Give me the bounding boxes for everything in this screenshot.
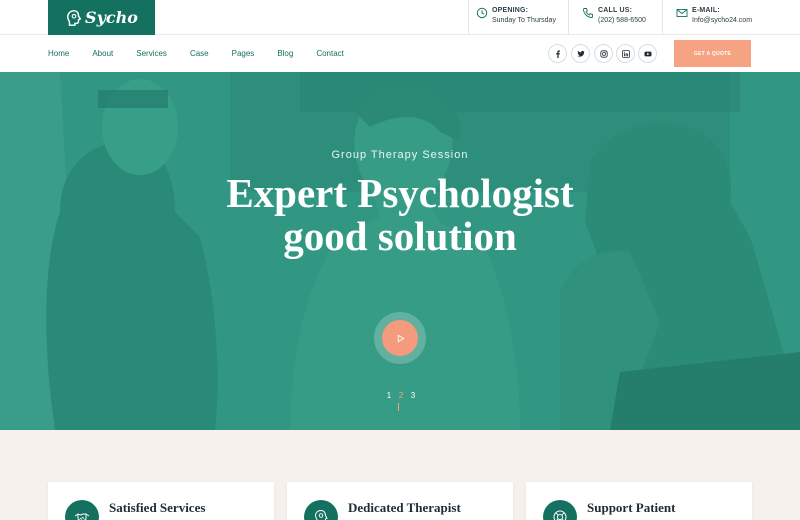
nav-item-home[interactable]: Home	[48, 49, 69, 58]
top-bar: Sycho OPENING: Sunday To Thursday CALL U…	[0, 0, 800, 35]
hero-title: Expert Psychologist good solution	[226, 170, 574, 259]
email-label: E-MAIL:	[692, 7, 720, 14]
divider	[468, 0, 469, 35]
linkedin-link[interactable]	[616, 44, 635, 63]
feature-title: Dedicated Therapist	[348, 500, 461, 515]
slider-pagination: 1 2 3	[383, 391, 419, 411]
call-label: CALL US:	[598, 7, 633, 14]
handshake-icon	[74, 513, 90, 520]
divider	[568, 0, 569, 35]
opening-info: OPENING: Sunday To Thursday	[476, 0, 556, 35]
phone-icon	[583, 8, 593, 18]
twitter-link[interactable]	[571, 44, 590, 63]
feature-card-dedicated-therapist[interactable]: Dedicated Therapist	[287, 482, 513, 520]
instagram-icon	[599, 49, 608, 58]
slide-dot-3[interactable]: 3	[407, 391, 419, 400]
play-icon	[397, 334, 405, 342]
main-nav: Home About Services Case Pages Blog Cont…	[48, 35, 367, 72]
feature-icon-badge	[543, 500, 577, 520]
divider	[662, 0, 663, 35]
email-info: E-MAIL: Info@sycho24.com	[676, 0, 752, 35]
feature-card-support-patient[interactable]: Support Patient	[526, 482, 752, 520]
facebook-link[interactable]	[548, 44, 567, 63]
nav-item-contact[interactable]: Contact	[316, 49, 344, 58]
support-icon	[553, 510, 567, 520]
nav-item-about[interactable]: About	[92, 49, 113, 58]
linkedin-icon	[621, 49, 630, 58]
feature-card-satisfied-services[interactable]: Satisfied Services	[48, 482, 274, 520]
head-logo-icon	[67, 9, 82, 26]
opening-value: Sunday To Thursday	[492, 17, 556, 24]
nav-item-services[interactable]: Services	[136, 49, 167, 58]
head-brain-icon	[314, 509, 328, 520]
logo[interactable]: Sycho	[48, 0, 155, 35]
nav-item-pages[interactable]: Pages	[232, 49, 255, 58]
mail-icon	[676, 9, 688, 17]
nav-item-blog[interactable]: Blog	[277, 49, 293, 58]
twitter-icon	[576, 50, 585, 57]
feature-title: Satisfied Services	[109, 500, 206, 515]
active-slide-indicator	[398, 403, 399, 411]
clock-icon	[476, 7, 488, 19]
hero-subtitle: Group Therapy Session	[331, 149, 469, 161]
instagram-link[interactable]	[594, 44, 613, 63]
email-value[interactable]: Info@sycho24.com	[692, 16, 752, 26]
hero-slider: Group Therapy Session Expert Psychologis…	[0, 72, 800, 430]
slide-dot-2[interactable]: 2	[395, 391, 407, 400]
feature-title: Support Patient	[587, 500, 676, 515]
facebook-icon	[555, 49, 560, 58]
feature-icon-badge	[65, 500, 99, 520]
call-value[interactable]: (202) 588-6500	[598, 16, 646, 26]
feature-icon-badge	[304, 500, 338, 520]
brand-name: Sycho	[85, 8, 138, 27]
slide-dot-1[interactable]: 1	[383, 391, 395, 400]
youtube-link[interactable]	[638, 44, 657, 63]
nav-item-case[interactable]: Case	[190, 49, 209, 58]
call-info: CALL US: (202) 588-6500	[582, 0, 646, 35]
youtube-icon	[644, 51, 651, 56]
play-video-button[interactable]	[382, 320, 418, 356]
get-a-quote-button[interactable]: GET A QUOTE	[674, 40, 751, 67]
opening-label: OPENING:	[492, 7, 529, 14]
